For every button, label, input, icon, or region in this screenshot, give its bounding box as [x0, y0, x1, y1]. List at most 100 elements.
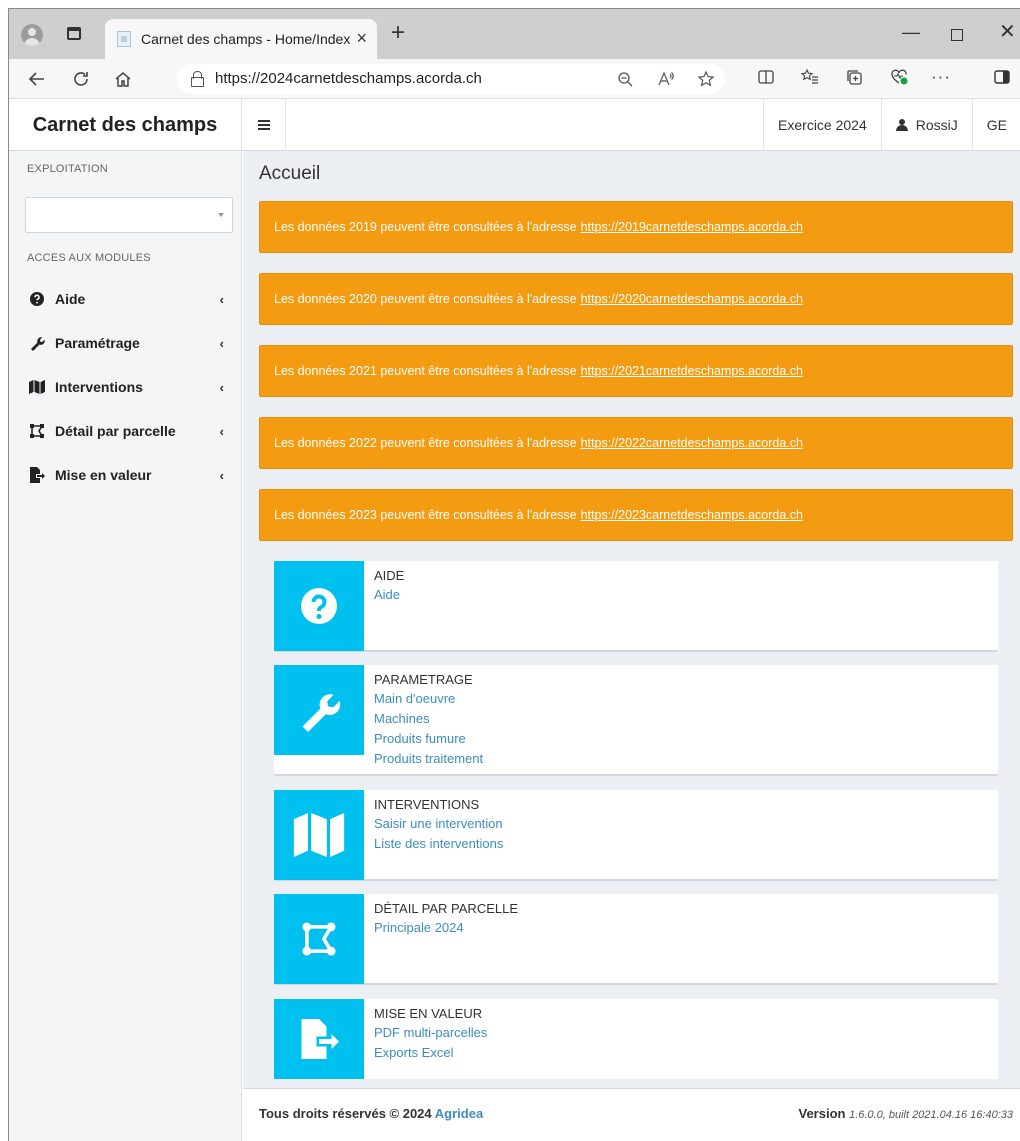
minimize-button[interactable]: — — [902, 21, 920, 43]
alert-link[interactable]: https://2022carnetdeschamps.acorda.ch — [581, 436, 803, 450]
sidebar-item-label: Aide — [55, 291, 86, 307]
module-link[interactable]: Principale 2024 — [374, 918, 518, 938]
back-arrow-icon[interactable] — [27, 69, 47, 89]
chevron-left-icon: ‹ — [219, 468, 224, 483]
workspaces-icon[interactable] — [67, 27, 81, 40]
module-link[interactable]: Main d'oeuvre — [374, 689, 483, 709]
wrench-icon — [302, 694, 341, 732]
map-icon — [29, 379, 45, 395]
module-link[interactable]: Liste des interventions — [374, 834, 503, 854]
maximize-button[interactable] — [951, 29, 963, 41]
exploitation-select[interactable] — [25, 197, 233, 233]
module-title: INTERVENTIONS — [374, 797, 480, 812]
module-body: AIDE Aide — [374, 567, 404, 605]
user-menu[interactable]: RossiJ — [880, 99, 972, 151]
modules-header: ACCES AUX MODULES — [27, 252, 151, 264]
chevron-left-icon: ‹ — [219, 292, 224, 307]
sidebar-item-parametrage[interactable]: Paramétrage ‹ — [9, 321, 242, 365]
app-brand[interactable]: Carnet des champs — [9, 99, 242, 151]
browser-titlebar: Carnet des champs - Home/Index × + — ✕ — [9, 9, 1020, 59]
chevron-left-icon: ‹ — [219, 424, 224, 439]
sidebar-item-mise-en-valeur[interactable]: Mise en valeur ‹ — [9, 453, 242, 497]
alert-2020: Les données 2020 peuvent être consultées… — [259, 273, 1013, 325]
sidebar: EXPLOITATION ACCES AUX MODULES Aide ‹ Pa… — [9, 151, 242, 1141]
alert-link[interactable]: https://2021carnetdeschamps.acorda.ch — [581, 364, 803, 378]
sidebar-item-label: Paramétrage — [55, 335, 140, 351]
module-title: PARAMETRAGE — [374, 672, 473, 687]
sidebar-item-interventions[interactable]: Interventions ‹ — [9, 365, 242, 409]
alert-text: Les données 2023 peuvent être consultées… — [274, 508, 577, 522]
sidebar-item-detail-parcelle[interactable]: Détail par parcelle ‹ — [9, 409, 242, 453]
module-icon-box[interactable] — [274, 561, 364, 651]
footer-version: Version 1.6.0.0, built 2021.04.16 16:40:… — [798, 1106, 1013, 1121]
sidebar-toggle-icon[interactable] — [993, 68, 1011, 86]
sidebar-item-label: Mise en valeur — [55, 467, 152, 483]
exploitation-header: EXPLOITATION — [27, 163, 108, 175]
split-screen-icon[interactable] — [757, 68, 775, 86]
alert-text: Les données 2021 peuvent être consultées… — [274, 364, 577, 378]
module-link[interactable]: Aide — [374, 585, 404, 605]
module-icon-box[interactable] — [274, 894, 364, 984]
object-ungroup-icon — [29, 423, 45, 439]
select-caret-icon — [218, 213, 224, 217]
browser-tab[interactable]: Carnet des champs - Home/Index × — [105, 19, 377, 59]
hamburger-menu-icon[interactable] — [242, 99, 286, 151]
module-link[interactable]: Machines — [374, 709, 483, 729]
sign-out-icon — [301, 1019, 339, 1059]
module-link[interactable]: Saisir une intervention — [374, 814, 503, 834]
module-link[interactable]: Produits fumure — [374, 729, 483, 749]
module-link[interactable]: PDF multi-parcelles — [374, 1023, 487, 1043]
footer-company-link[interactable]: Agridea — [435, 1106, 483, 1121]
more-menu-icon[interactable]: ··· — [931, 67, 951, 87]
tab-close-icon[interactable]: × — [356, 28, 367, 48]
footer-rights: Tous droits réservés © 2024 — [259, 1106, 432, 1121]
module-body: DÉTAIL PAR PARCELLE Principale 2024 — [374, 900, 518, 938]
version-value: 1.6.0.0, built 2021.04.16 16:40:33 — [849, 1109, 1013, 1121]
profile-avatar-icon[interactable] — [21, 24, 43, 46]
alert-text: Les données 2019 peuvent être consultées… — [274, 220, 577, 234]
canton-selector[interactable]: GE — [971, 99, 1020, 151]
alert-link[interactable]: https://2019carnetdeschamps.acorda.ch — [581, 220, 803, 234]
object-ungroup-icon — [302, 922, 336, 956]
module-link[interactable]: Exports Excel — [374, 1043, 487, 1063]
module-title: MISE EN VALEUR — [374, 1006, 483, 1021]
alert-2023: Les données 2023 peuvent être consultées… — [259, 489, 1013, 541]
sidebar-item-aide[interactable]: Aide ‹ — [9, 277, 242, 321]
alert-link[interactable]: https://2020carnetdeschamps.acorda.ch — [581, 292, 803, 306]
url-text[interactable]: https://2024carnetdeschamps.acorda.ch — [215, 70, 482, 87]
user-icon — [895, 119, 908, 131]
address-bar[interactable]: https://2024carnetdeschamps.acorda.ch — [177, 64, 725, 94]
window-close-button[interactable]: ✕ — [999, 21, 1016, 43]
new-tab-button[interactable]: + — [391, 21, 405, 45]
chevron-left-icon: ‹ — [219, 380, 224, 395]
collections-icon[interactable] — [845, 68, 863, 86]
alert-text: Les données 2020 peuvent être consultées… — [274, 292, 577, 306]
module-icon-box[interactable] — [274, 999, 364, 1079]
module-box-interventions: INTERVENTIONS Saisir une intervention Li… — [274, 790, 998, 881]
module-link[interactable]: Produits traitement — [374, 749, 483, 769]
alert-text: Les données 2022 peuvent être consultées… — [274, 436, 577, 450]
chevron-left-icon: ‹ — [219, 336, 224, 351]
sidebar-item-label: Détail par parcelle — [55, 423, 176, 439]
alert-link[interactable]: https://2023carnetdeschamps.acorda.ch — [581, 508, 803, 522]
question-circle-icon — [301, 588, 337, 624]
favicon-icon — [117, 31, 131, 47]
lock-icon[interactable] — [191, 71, 204, 87]
module-icon-box[interactable] — [274, 790, 364, 880]
footer: Tous droits réservés © 2024 Agridea Vers… — [243, 1088, 1020, 1141]
module-box-aide: AIDE Aide — [274, 561, 998, 652]
module-box-mise-en-valeur: MISE EN VALEUR PDF multi-parcelles Expor… — [274, 999, 998, 1079]
module-icon-box[interactable] — [274, 665, 364, 755]
alert-2022: Les données 2022 peuvent être consultées… — [259, 417, 1013, 469]
zoom-out-icon[interactable] — [617, 71, 633, 87]
favorite-star-icon[interactable] — [697, 70, 715, 88]
browser-toolbar: https://2024carnetdeschamps.acorda.ch ··… — [9, 59, 1020, 99]
refresh-icon[interactable] — [71, 69, 91, 89]
browser-essentials-icon[interactable] — [889, 68, 909, 86]
favorites-icon[interactable] — [801, 68, 819, 86]
home-icon[interactable] — [113, 69, 133, 89]
module-title: DÉTAIL PAR PARCELLE — [374, 901, 519, 916]
read-aloud-icon[interactable] — [657, 70, 675, 88]
module-title: AIDE — [374, 568, 405, 583]
exercice-selector[interactable]: Exercice 2024 — [763, 99, 881, 151]
